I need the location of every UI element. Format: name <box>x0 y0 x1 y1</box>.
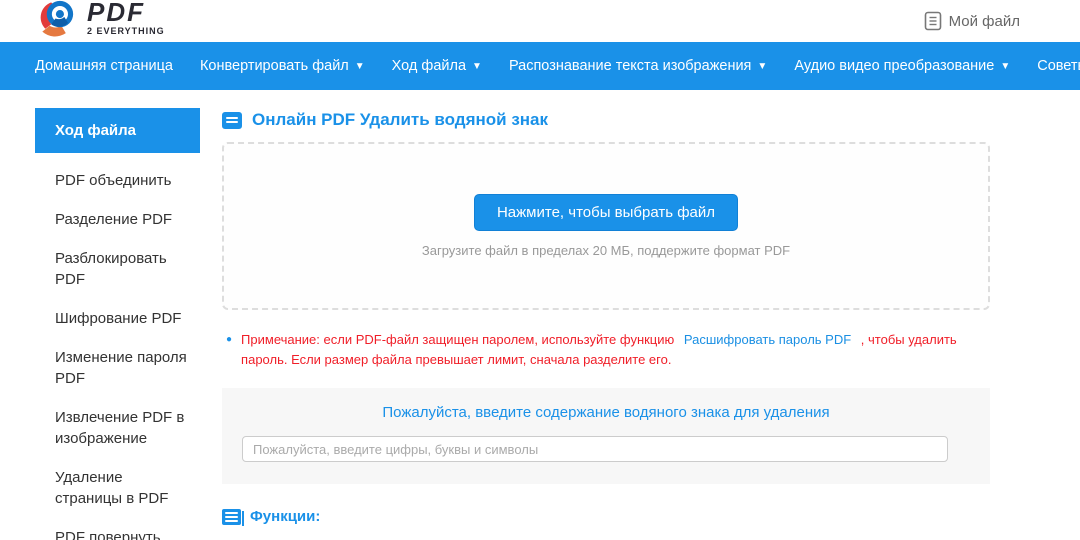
chevron-down-icon: ▼ <box>757 61 768 72</box>
features-title: Функции: <box>250 508 321 526</box>
bullet-icon: ● <box>226 334 233 345</box>
chevron-down-icon: ▼ <box>1000 61 1011 72</box>
sidebar-item[interactable]: Изменение пароля PDF <box>35 338 200 398</box>
sidebar-item[interactable]: Ход файла <box>35 108 200 153</box>
note-prefix: Примечание: если PDF-файл защищен пароле… <box>241 332 675 347</box>
watermark-panel: Пожалуйста, введите содержание водяного … <box>222 388 990 485</box>
logo-swirl-icon <box>40 0 74 37</box>
page-body: Ход файла PDF объединить Разделение PDF … <box>0 90 1080 540</box>
nav-item-label: Советы по конвертеру PDF <box>1037 58 1080 74</box>
nav-item-label: Аудио видео преобразование <box>794 58 995 74</box>
sidebar-item[interactable]: Извлечение PDF в изображение <box>35 398 200 458</box>
choose-file-button[interactable]: Нажмите, чтобы выбрать файл <box>473 194 739 231</box>
nav-item[interactable]: Ход файла ▼ <box>392 58 482 74</box>
nav-item-label: Домашняя страница <box>35 58 173 74</box>
nav-item[interactable]: Конвертировать файл ▼ <box>200 58 365 74</box>
sidebar-item[interactable]: Удаление страницы в PDF <box>35 458 200 518</box>
features-heading-row: Функции: <box>222 508 990 526</box>
sidebar-item[interactable]: PDF объединить <box>35 161 200 200</box>
chevron-down-icon: ▼ <box>354 61 365 72</box>
logo-text: PDF <box>87 0 145 27</box>
nav-item[interactable]: Советы по конвертеру PDF <box>1037 58 1080 74</box>
page-title: Онлайн PDF Удалить водяной знак <box>252 110 549 129</box>
upload-hint: Загрузите файл в пределах 20 МБ, поддерж… <box>421 243 791 258</box>
watermark-title: Пожалуйста, введите содержание водяного … <box>382 404 830 422</box>
main-nav: Домашняя страница Конвертировать файл ▼ … <box>0 42 1080 90</box>
newspaper-icon <box>222 508 244 526</box>
my-file-label: Мой файл <box>948 12 1020 30</box>
main-content: Онлайн PDF Удалить водяной знак Нажмите,… <box>200 108 1035 540</box>
nav-item[interactable]: Распознавание текста изображения ▼ <box>509 58 767 74</box>
chevron-down-icon: ▼ <box>472 61 482 72</box>
upload-dropzone[interactable]: Нажмите, чтобы выбрать файл Загрузите фа… <box>222 142 990 310</box>
nav-item-label: Конвертировать файл <box>199 58 349 74</box>
logo-subtext: 2 EVERYTHING <box>87 25 165 36</box>
nav-item[interactable]: Аудио видео преобразование ▼ <box>794 58 1010 74</box>
nav-item[interactable]: Домашняя страница <box>35 58 173 74</box>
decrypt-password-link[interactable]: Расшифровать пароль PDF <box>678 332 857 347</box>
top-header: PDF 2 EVERYTHING Мой файл <box>0 0 1080 42</box>
sidebar-item[interactable]: Разблокировать PDF <box>35 239 200 299</box>
page-title-row: Онлайн PDF Удалить водяной знак <box>222 110 990 130</box>
nav-item-label: Распознавание текста изображения <box>508 58 752 74</box>
sidebar-item[interactable]: Шифрование PDF <box>35 299 200 338</box>
document-icon <box>222 111 242 129</box>
my-file-button[interactable]: Мой файл <box>924 11 1020 31</box>
sidebar-item[interactable]: Разделение PDF <box>35 200 200 239</box>
note-text: Примечание: если PDF-файл защищен пароле… <box>241 330 990 370</box>
logo[interactable]: PDF 2 EVERYTHING <box>35 0 165 39</box>
sidebar-item[interactable]: PDF повернуть <box>35 518 200 540</box>
nav-item-label: Ход файла <box>391 58 467 74</box>
file-list-icon <box>924 11 941 31</box>
sidebar: Ход файла PDF объединить Разделение PDF … <box>35 108 200 540</box>
watermark-input[interactable] <box>242 436 949 463</box>
note: ● Примечание: если PDF-файл защищен паро… <box>226 330 990 370</box>
